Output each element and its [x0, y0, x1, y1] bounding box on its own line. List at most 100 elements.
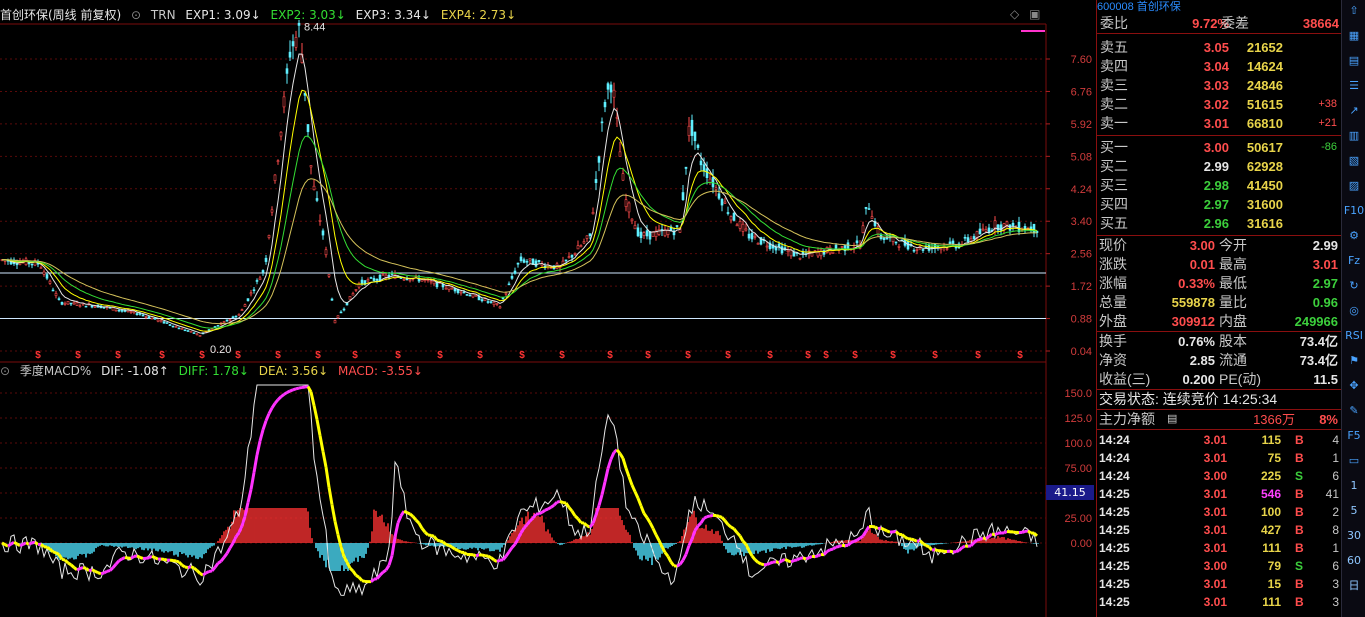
dea-line-segment — [436, 538, 441, 543]
tick-count: 4 — [1332, 433, 1339, 447]
dea-line-segment — [991, 532, 996, 537]
book-price: 2.98 — [1203, 178, 1229, 193]
dea-line-segment — [31, 540, 36, 545]
pen-icon[interactable]: ✎ — [1343, 400, 1365, 422]
candle-body — [948, 241, 952, 244]
quote-label: 流通 — [1219, 352, 1247, 368]
dea-line-segment — [85, 567, 90, 572]
candle-body — [633, 225, 637, 230]
candle-body — [516, 262, 520, 265]
dea-line-segment — [645, 516, 652, 524]
up-arrow-icon[interactable]: ⇧ — [1343, 0, 1365, 22]
list-icon[interactable]: ▤ — [1167, 410, 1177, 429]
fiz-icon[interactable]: Fz — [1343, 250, 1365, 272]
main-fund-row[interactable]: 主力净额 ▤ 1366万 8% — [1097, 410, 1342, 429]
flag-icon[interactable]: ⚑ — [1343, 350, 1365, 372]
candle-body — [210, 328, 214, 330]
period-60-button[interactable]: 60 — [1343, 550, 1365, 572]
depth-icon[interactable]: ▧ — [1343, 150, 1365, 172]
candle-body — [174, 326, 178, 328]
dea-line-segment — [567, 506, 574, 513]
period-日-button[interactable]: 日 — [1343, 575, 1365, 597]
candle-body — [264, 257, 268, 262]
dea-line-segment — [177, 560, 184, 567]
tick-row: 14:25 3.00 79 S 6 — [1097, 557, 1342, 575]
dividend-marker: $ — [275, 350, 281, 361]
candle-body — [600, 121, 604, 124]
period-5-button[interactable]: 5 — [1343, 500, 1365, 522]
quote-value: 0.76% — [1178, 334, 1215, 349]
dea-line-segment — [621, 457, 628, 469]
candle-body — [165, 322, 169, 324]
candle-body — [495, 303, 499, 305]
bids-row[interactable]: 买四 2.97 31600 — [1097, 195, 1342, 214]
asks-row[interactable]: 卖一 3.01 66810 +21 — [1097, 114, 1342, 133]
grid-icon[interactable]: ▦ — [1343, 25, 1365, 47]
dea-line-segment — [1027, 529, 1032, 535]
candle-icon[interactable]: ▥ — [1343, 125, 1365, 147]
dea-line-segment — [918, 539, 925, 545]
rsi-icon[interactable]: RSI — [1343, 325, 1365, 347]
dea-line-segment — [556, 499, 561, 504]
trade-status-text: 交易状态: 连续竞价 14:25:34 — [1099, 391, 1278, 407]
candle-body — [765, 245, 769, 248]
cycle-icon[interactable]: ↻ — [1343, 275, 1365, 297]
dea-line-segment — [684, 545, 691, 555]
circle-icon[interactable]: ◎ — [1343, 300, 1365, 322]
bids-row[interactable]: 买三 2.98 41450 — [1097, 176, 1342, 195]
dea-line-segment — [979, 536, 984, 541]
dea-line-segment — [639, 505, 646, 514]
dea-line-segment — [411, 515, 418, 522]
dea-line-segment — [213, 562, 220, 569]
period-1-button[interactable]: 1 — [1343, 475, 1365, 497]
candle-body — [42, 271, 46, 275]
table-icon[interactable]: ▤ — [1343, 50, 1365, 72]
tick-time: 14:25 — [1099, 541, 1130, 555]
list-icon[interactable]: ☰ — [1343, 75, 1365, 97]
dea-line-segment — [633, 491, 640, 499]
dea-line-segment — [163, 557, 168, 562]
asks-row[interactable]: 卖四 3.04 14624 — [1097, 57, 1342, 76]
candle-body — [222, 321, 226, 323]
dea-line-segment — [202, 571, 207, 577]
bids-row[interactable]: 买五 2.96 31616 — [1097, 214, 1342, 233]
candle-body — [306, 124, 310, 133]
dea-line-segment — [570, 510, 577, 517]
candle-body — [225, 319, 229, 322]
chart-area[interactable]: 首创环保(周线 前复权) ⊙ TRN EXP1: 3.09↓ EXP2: 3.0… — [0, 0, 1096, 617]
dea-line-segment — [730, 525, 735, 531]
f5-icon[interactable]: F5 — [1343, 425, 1365, 447]
tick-volume: 427 — [1260, 523, 1281, 537]
quote-panel: 600008 首创环保 委比 9.72% 委差 38664 卖五 3.05 2165… — [1096, 0, 1342, 617]
macd-name[interactable]: 季度MACD% — [20, 364, 91, 378]
bids-row[interactable]: 买二 2.99 62928 — [1097, 157, 1342, 176]
quote-label: 换手 — [1099, 333, 1127, 349]
asks-row[interactable]: 卖三 3.03 24846 — [1097, 76, 1342, 95]
line-chart-icon[interactable]: ↗ — [1343, 100, 1365, 122]
f10-icon[interactable]: F10 — [1343, 200, 1365, 222]
asks-row[interactable]: 卖五 3.05 21652 — [1097, 38, 1342, 57]
candle-body — [585, 235, 589, 239]
asks-row[interactable]: 卖二 3.02 51615 +38 — [1097, 95, 1342, 114]
macd-dropdown-icon[interactable]: ⊙ — [0, 364, 10, 378]
dea-line-segment — [121, 556, 126, 561]
candle-body — [324, 249, 328, 256]
candle-body — [501, 297, 505, 300]
tick-count: 1 — [1332, 541, 1339, 555]
bids-row[interactable]: 买一 3.00 50617 -86 — [1097, 138, 1342, 157]
period-30-button[interactable]: 30 — [1343, 525, 1365, 547]
quote-value: 249966 — [1294, 314, 1338, 329]
gear-icon[interactable]: ⚙ — [1343, 225, 1365, 247]
dea-line-segment — [94, 569, 99, 575]
monitor-icon[interactable]: ▭ — [1343, 450, 1365, 472]
fund-icon[interactable]: ▨ — [1343, 175, 1365, 197]
move-icon[interactable]: ✥ — [1343, 375, 1365, 397]
dea-line-segment — [181, 563, 186, 569]
candle-body — [786, 249, 790, 253]
candle-body — [198, 335, 202, 337]
quote-label: 量比 — [1219, 294, 1247, 310]
candle-body — [726, 212, 730, 214]
candle-body — [444, 287, 448, 290]
dea-line-segment — [252, 454, 259, 473]
candle-body — [513, 270, 517, 274]
